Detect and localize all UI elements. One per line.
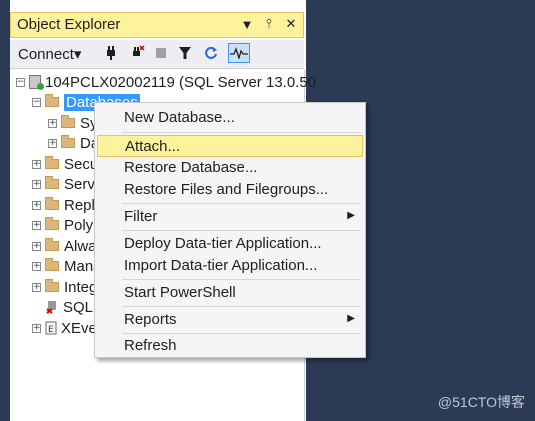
menu-item-reports[interactable]: Reports ▶ <box>97 309 363 331</box>
folder-icon <box>61 135 75 148</box>
menu-item-refresh[interactable]: Refresh <box>97 335 363 357</box>
watermark: @51CTO博客 <box>437 394 525 410</box>
menu-item-new-database[interactable]: New Database... <box>97 107 363 129</box>
chevron-down-icon: ▾ <box>73 46 82 63</box>
expand-icon[interactable]: + <box>32 323 41 333</box>
tree-node-security[interactable]: + Secur <box>32 154 103 174</box>
tree-node-polybase[interactable]: + PolyE <box>32 215 103 235</box>
tree-node-integration[interactable]: + Integ <box>32 277 97 297</box>
menu-separator <box>122 132 361 133</box>
folder-icon <box>45 217 59 230</box>
connect-plug-icon[interactable] <box>102 44 120 62</box>
menu-separator <box>122 279 361 280</box>
menu-item-filter[interactable]: Filter ▶ <box>97 206 363 228</box>
sql-agent-icon <box>46 301 56 314</box>
integration-label: Integ <box>64 278 98 296</box>
folder-icon <box>61 115 75 128</box>
close-icon[interactable]: ✕ <box>283 15 299 33</box>
menu-item-start-powershell[interactable]: Start PowerShell <box>97 282 363 304</box>
folder-icon <box>45 94 59 107</box>
folder-icon <box>45 176 59 189</box>
menu-separator <box>122 333 361 334</box>
menu-separator <box>122 306 361 307</box>
expand-icon[interactable]: + <box>32 241 41 251</box>
xevent-icon: E <box>45 321 57 335</box>
expand-icon[interactable]: + <box>32 159 41 169</box>
chevron-down-icon[interactable]: ▼ <box>239 15 255 33</box>
stop-icon[interactable] <box>152 44 170 62</box>
menu-item-attach[interactable]: Attach... <box>97 135 363 157</box>
expand-icon[interactable]: + <box>48 118 57 128</box>
menu-separator <box>122 203 361 204</box>
tree-node-database[interactable]: + Da <box>48 133 99 153</box>
always-on-label: Alwa <box>64 237 97 255</box>
collapse-icon[interactable]: − <box>32 97 41 107</box>
menu-item-restore-files[interactable]: Restore Files and Filegroups... <box>97 179 363 201</box>
server-icon <box>29 75 44 90</box>
folder-icon <box>45 197 59 210</box>
submenu-arrow-icon: ▶ <box>347 210 355 221</box>
collapse-icon[interactable]: − <box>16 77 25 87</box>
folder-icon <box>45 279 59 292</box>
activity-monitor-icon[interactable] <box>228 43 250 63</box>
menu-separator <box>122 230 361 231</box>
tree-node-server-objects[interactable]: + Serve <box>32 174 103 194</box>
tree-node-always-on[interactable]: + Alwa <box>32 236 97 256</box>
expand-icon[interactable]: + <box>32 282 41 292</box>
connect-label: Connect <box>18 46 74 63</box>
refresh-icon[interactable] <box>202 44 220 62</box>
menu-item-import-data-tier[interactable]: Import Data-tier Application... <box>97 255 363 277</box>
server-label: 104PCLX02002119 (SQL Server 13.0.50 <box>45 73 317 91</box>
expand-icon[interactable]: + <box>32 200 41 210</box>
connect-button[interactable]: Connect▾ <box>18 45 81 63</box>
submenu-arrow-icon: ▶ <box>347 313 355 324</box>
tree-node-server[interactable]: − 104PCLX02002119 (SQL Server 13.0.50 <box>16 72 316 92</box>
expand-icon[interactable]: + <box>32 220 41 230</box>
context-menu: New Database... Attach... Restore Databa… <box>94 102 366 358</box>
xevent-label: XEve <box>61 319 97 337</box>
svg-text:E: E <box>48 325 54 335</box>
filter-icon[interactable] <box>176 44 194 62</box>
folder-icon <box>45 156 59 169</box>
disconnect-icon[interactable] <box>128 44 146 62</box>
tree-node-xevent[interactable]: + E XEve <box>32 318 97 338</box>
menu-item-deploy-data-tier[interactable]: Deploy Data-tier Application... <box>97 233 363 255</box>
tree-node-management[interactable]: + Mana <box>32 256 102 276</box>
explorer-toolbar: Connect▾ <box>10 40 304 69</box>
folder-icon <box>45 258 59 271</box>
expand-icon[interactable]: + <box>32 261 41 271</box>
expand-icon[interactable]: + <box>48 138 57 148</box>
pin-icon[interactable]: ⫯ <box>261 15 277 33</box>
panel-title: Object Explorer <box>17 16 121 33</box>
menu-item-restore-database[interactable]: Restore Database... <box>97 157 363 179</box>
folder-icon <box>45 238 59 251</box>
object-explorer-titlebar: Object Explorer ▼ ⫯ ✕ <box>10 12 304 38</box>
expand-icon[interactable]: + <box>32 179 41 189</box>
tree-node-replication[interactable]: + Repli <box>32 195 98 215</box>
